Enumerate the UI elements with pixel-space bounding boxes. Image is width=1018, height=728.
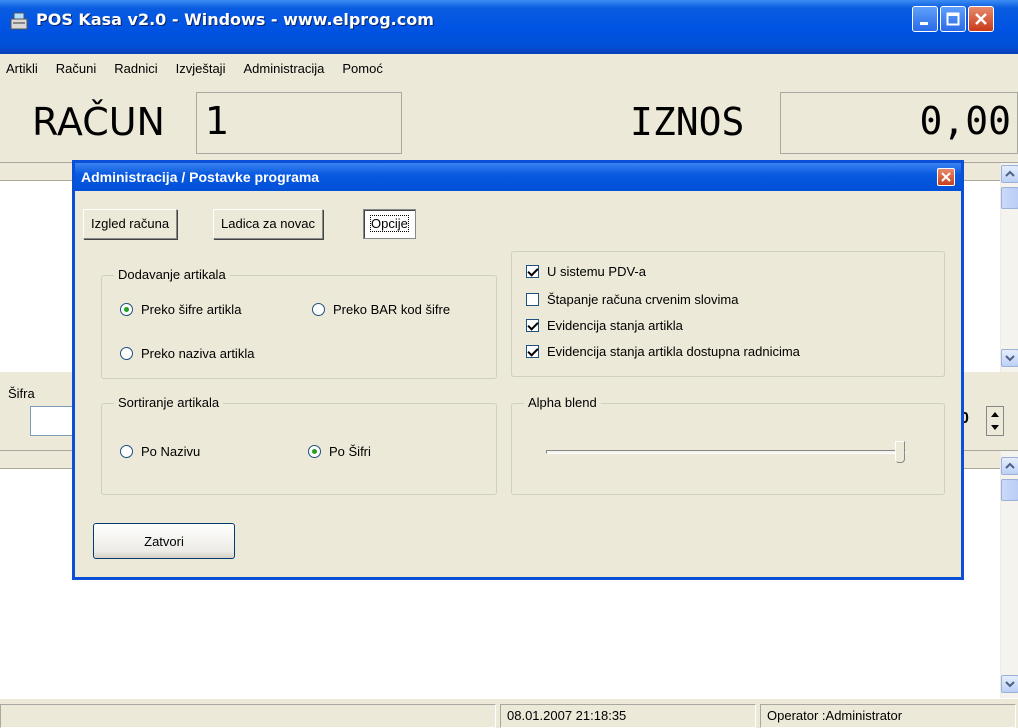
- checkbox-label: U sistemu PDV-a: [547, 264, 646, 279]
- menu-administracija[interactable]: Administracija: [243, 61, 324, 76]
- chevron-down-icon: [1005, 681, 1015, 688]
- tab-opcije[interactable]: Opcije: [363, 209, 416, 239]
- dodavanje-artikala-group: Dodavanje artikala Preko šifre artikla P…: [101, 267, 497, 379]
- group-legend: Alpha blend: [524, 395, 601, 410]
- alpha-blend-group: Alpha blend: [511, 395, 945, 495]
- menu-artikli[interactable]: Artikli: [6, 61, 38, 76]
- minimize-button[interactable]: [912, 6, 938, 32]
- spinner-arrows-icon: [991, 412, 999, 430]
- dialog-title: Administracija / Postavke programa: [81, 169, 320, 185]
- check-stampanje-crvenim[interactable]: Štapanje računa crvenim slovima: [526, 292, 738, 307]
- dialog-close-button[interactable]: [937, 168, 955, 186]
- checkbox-indicator: [526, 293, 539, 306]
- scroll-down-button[interactable]: [1001, 349, 1018, 367]
- scroll-up-button[interactable]: [1001, 457, 1018, 475]
- alpha-blend-slider[interactable]: [546, 441, 906, 463]
- window-titlebar[interactable]: POS Kasa v2.0 - Windows - www.elprog.com: [0, 0, 1018, 54]
- checkbox-label: Evidencija stanja artikla: [547, 318, 683, 333]
- chevron-up-icon: [1005, 170, 1015, 177]
- radio-preko-sifre[interactable]: Preko šifre artikla: [120, 302, 241, 317]
- racun-number-field: 1: [196, 92, 402, 154]
- radio-indicator: [120, 445, 133, 458]
- sortiranje-artikala-group: Sortiranje artikala Po Nazivu Po Šifri: [101, 395, 497, 495]
- checkbox-label: Evidencija stanja artikla dostupna radni…: [547, 344, 800, 359]
- chevron-up-icon: [1005, 462, 1015, 469]
- zatvori-button[interactable]: Zatvori: [93, 523, 235, 559]
- status-datetime: 08.01.2007 21:18:35: [500, 704, 756, 728]
- tab-label: Izgled računa: [91, 216, 170, 231]
- iznos-amount-field: 0,00: [780, 92, 1018, 154]
- check-u-sistemu-pdv[interactable]: U sistemu PDV-a: [526, 264, 646, 279]
- radio-label: Po Šifri: [329, 444, 371, 459]
- check-evidencija-stanja[interactable]: Evidencija stanja artikla: [526, 318, 683, 333]
- options-checkbox-group: U sistemu PDV-a Štapanje računa crvenim …: [511, 251, 945, 377]
- close-icon: [975, 13, 987, 25]
- checkbox-label: Štapanje računa crvenim slovima: [547, 292, 739, 307]
- button-label: Zatvori: [144, 533, 184, 549]
- tab-label: Ladica za novac: [221, 216, 315, 231]
- tab-label: Opcije: [370, 215, 409, 232]
- radio-label: Preko BAR kod šifre: [333, 302, 451, 317]
- maximize-icon: [946, 12, 960, 26]
- racun-label: RAČUN: [32, 100, 165, 144]
- checkbox-indicator: [526, 345, 539, 358]
- menu-pomoc[interactable]: Pomoć: [342, 61, 382, 76]
- menu-radnici[interactable]: Radnici: [114, 61, 157, 76]
- radio-indicator: [312, 303, 325, 316]
- radio-indicator: [120, 347, 133, 360]
- scroll-down-button[interactable]: [1001, 675, 1018, 693]
- radio-indicator: [120, 303, 133, 316]
- radio-po-nazivu[interactable]: Po Nazivu: [120, 444, 200, 459]
- slider-thumb[interactable]: [895, 441, 905, 463]
- radio-label: Po Nazivu: [141, 444, 201, 459]
- menu-racuni[interactable]: Računi: [56, 61, 96, 76]
- close-icon: [941, 172, 951, 182]
- radio-label: Preko šifre artikla: [141, 302, 242, 317]
- tab-izgled-racuna[interactable]: Izgled računa: [83, 209, 178, 239]
- quantity-spinner[interactable]: [986, 406, 1004, 436]
- status-bar: 08.01.2007 21:18:35 Operator :Administra…: [0, 698, 1018, 728]
- status-operator: Operator :Administrator: [760, 704, 1016, 728]
- status-panel-empty: [0, 704, 496, 728]
- lower-scrollbar[interactable]: [1000, 451, 1018, 699]
- scroll-thumb[interactable]: [1001, 187, 1018, 209]
- tab-ladica-za-novac[interactable]: Ladica za novac: [213, 209, 323, 239]
- radio-label: Preko naziva artikla: [141, 346, 255, 361]
- minimize-icon: [920, 22, 928, 25]
- radio-preko-naziva[interactable]: Preko naziva artikla: [120, 346, 254, 361]
- menu-bar: Artikli Računi Radnici Izvještaji Admini…: [0, 54, 1018, 83]
- pos-app-icon: [8, 10, 30, 32]
- dialog-titlebar[interactable]: Administracija / Postavke programa: [75, 163, 961, 191]
- upper-scrollbar[interactable]: [1000, 163, 1018, 373]
- close-window-button[interactable]: [968, 6, 994, 32]
- radio-preko-bar-koda[interactable]: Preko BAR kod šifre: [312, 302, 450, 317]
- iznos-label: IZNOS: [630, 100, 745, 144]
- radio-indicator: [308, 445, 321, 458]
- checkbox-indicator: [526, 319, 539, 332]
- window-title: POS Kasa v2.0 - Windows - www.elprog.com: [36, 10, 434, 29]
- checkbox-indicator: [526, 265, 539, 278]
- group-legend: Dodavanje artikala: [114, 267, 230, 282]
- scroll-up-button[interactable]: [1001, 165, 1018, 183]
- check-evidencija-radnicima[interactable]: Evidencija stanja artikla dostupna radni…: [526, 344, 800, 359]
- chevron-down-icon: [1005, 355, 1015, 362]
- scroll-thumb[interactable]: [1001, 479, 1018, 501]
- maximize-button[interactable]: [940, 6, 966, 32]
- settings-dialog: Administracija / Postavke programa Izgle…: [72, 160, 964, 580]
- sifra-label: Šifra: [8, 386, 35, 401]
- radio-po-sifri[interactable]: Po Šifri: [308, 444, 371, 459]
- group-legend: Sortiranje artikala: [114, 395, 224, 410]
- menu-izvjestaji[interactable]: Izvještaji: [176, 61, 226, 76]
